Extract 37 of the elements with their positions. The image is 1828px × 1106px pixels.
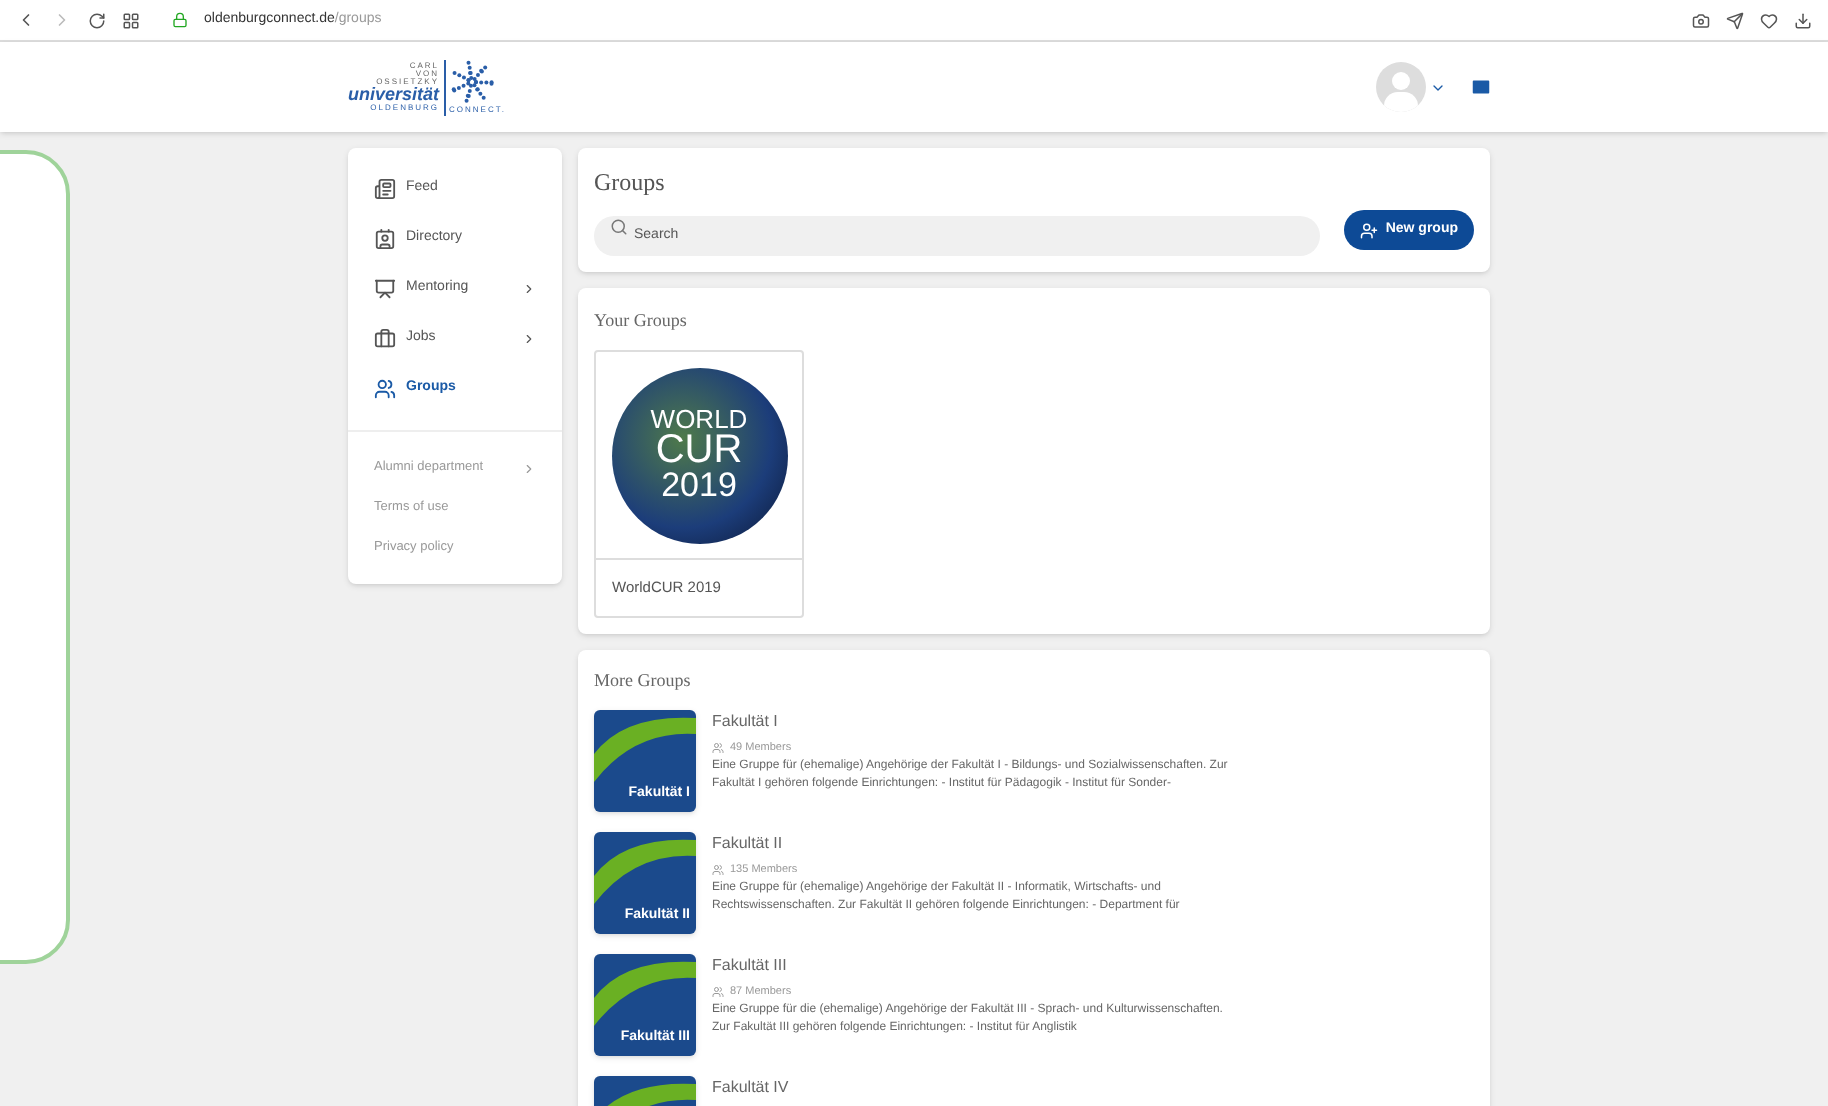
lock-icon xyxy=(172,12,188,28)
people-icon xyxy=(712,863,724,876)
swoosh-stripe xyxy=(594,716,696,781)
contact-card-icon xyxy=(374,228,396,250)
people-icon xyxy=(374,378,396,400)
briefcase-icon xyxy=(374,328,396,350)
newspaper-icon xyxy=(374,178,396,200)
section-title: Your Groups xyxy=(594,307,689,334)
section-title: More Groups xyxy=(594,668,693,694)
group-row[interactable]: Fakultät IV xyxy=(594,1075,1474,1106)
reload-icon[interactable] xyxy=(88,11,106,29)
swoosh-stripe xyxy=(594,960,696,1025)
heart-icon[interactable] xyxy=(1760,11,1778,29)
logo-text: universität xyxy=(348,86,440,104)
logo-text: CUR xyxy=(655,432,743,471)
chevron-icon xyxy=(522,461,536,475)
group-name: Fakultät IV xyxy=(712,1075,789,1099)
search-icon xyxy=(610,217,628,235)
page-title: Groups xyxy=(594,166,667,200)
chevron-icon xyxy=(522,282,536,296)
dot-globe-icon xyxy=(449,59,494,103)
group-name: Fakultät II xyxy=(712,831,785,855)
download-icon[interactable] xyxy=(1794,11,1812,29)
chevron-icon xyxy=(522,332,536,346)
swoosh-stripe xyxy=(594,838,696,903)
logo-text: 2019 xyxy=(661,470,737,503)
add-people-icon xyxy=(1359,221,1378,240)
send-icon[interactable] xyxy=(1726,11,1744,29)
logo-text: WORLD xyxy=(650,407,748,433)
group-name: Fakultät I xyxy=(712,709,780,733)
people-icon xyxy=(712,985,724,998)
camera-icon[interactable] xyxy=(1692,11,1710,29)
people-icon xyxy=(712,741,724,754)
grid-icon[interactable] xyxy=(122,11,140,29)
avatar-icon xyxy=(1376,62,1426,112)
group-name: Fakultät III xyxy=(712,953,789,977)
presentation-icon xyxy=(374,278,396,300)
